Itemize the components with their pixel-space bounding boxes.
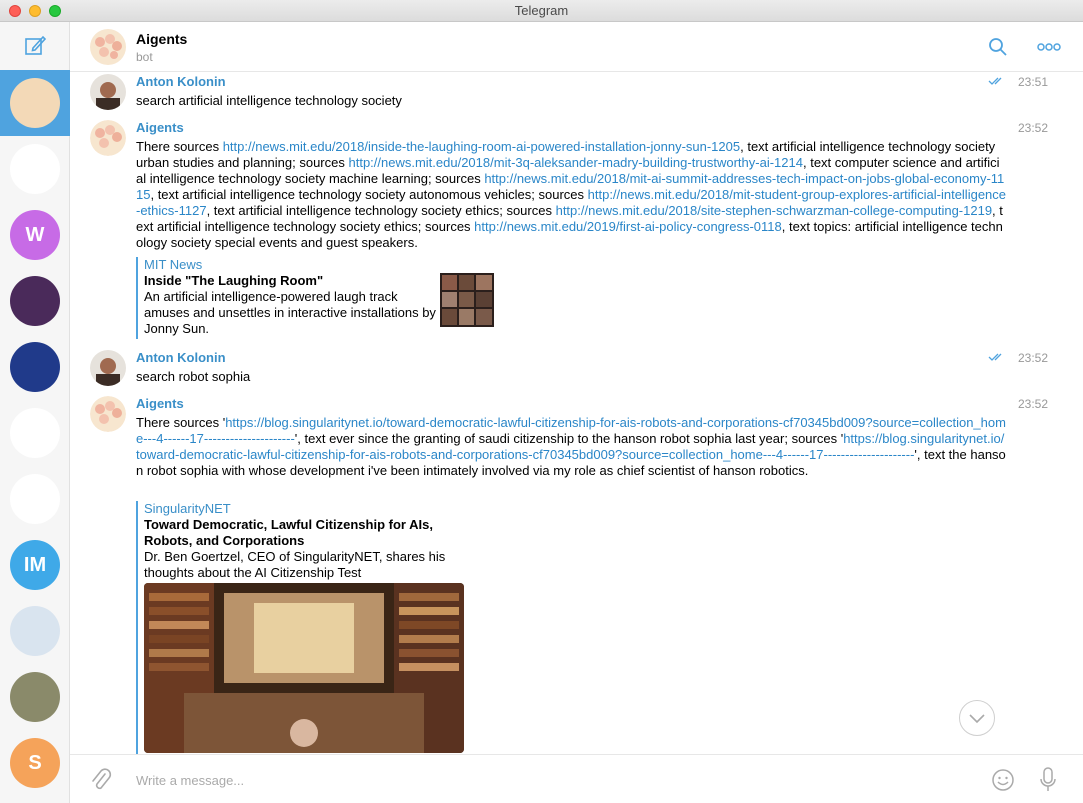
message-author[interactable]: Aigents <box>136 396 184 411</box>
chat-im[interactable]: IM <box>0 532 70 598</box>
title-bar: Telegram <box>0 0 1083 22</box>
message-history[interactable]: Anton Kolonin 23:51 search artificial in… <box>70 72 1083 754</box>
read-checks-icon <box>988 353 1002 361</box>
preview-thumbnail[interactable] <box>440 273 494 327</box>
avatar <box>10 342 60 392</box>
message-text: There sources 'https://blog.singularityn… <box>136 415 1006 479</box>
aigents-avatar[interactable] <box>90 120 126 156</box>
message-text-fragment: There sources <box>136 139 223 154</box>
avatar: IM <box>10 540 60 590</box>
window-title: Telegram <box>514 3 569 18</box>
chat-aigents[interactable] <box>0 70 70 136</box>
message-author[interactable]: Anton Kolonin <box>136 74 226 89</box>
chat-s[interactable]: S <box>0 730 70 796</box>
message-link[interactable]: http://news.mit.edu/2018/site-stephen-sc… <box>556 203 992 218</box>
message-text-fragment: ', text ever since the granting of saudi… <box>294 431 844 446</box>
message-item: Anton Kolonin 23:51 search artificial in… <box>70 72 1083 118</box>
chat-title[interactable]: Aigents <box>136 31 187 47</box>
chat-golos-core[interactable] <box>0 136 70 202</box>
message-author[interactable]: Aigents <box>136 120 184 135</box>
avatar-initial: S <box>28 751 42 774</box>
close-window-button[interactable] <box>9 5 21 17</box>
chat-person[interactable] <box>0 598 70 664</box>
avatar-initial: W <box>25 223 45 246</box>
chat-status: bot <box>136 50 153 64</box>
message-text: search artificial intelligence technolog… <box>136 93 402 108</box>
chat-octopus[interactable] <box>0 466 70 532</box>
message-composer <box>70 754 1083 803</box>
avatar <box>10 78 60 128</box>
message-time: 23:52 <box>1017 397 1048 411</box>
preview-title: Inside "The Laughing Room" <box>144 273 324 288</box>
message-link[interactable]: http://news.mit.edu/2018/inside-the-laug… <box>223 139 740 154</box>
attach-icon[interactable] <box>90 768 112 792</box>
message-time: 23:52 <box>1017 121 1048 135</box>
preview-description: Dr. Ben Goertzel, CEO of SingularityNET,… <box>144 549 446 580</box>
compose-icon[interactable] <box>23 34 47 58</box>
emoji-icon[interactable] <box>991 768 1015 792</box>
chat-list-sidebar: W IM S <box>0 22 70 803</box>
preview-site: MIT News <box>144 257 203 272</box>
search-icon[interactable] <box>988 37 1008 57</box>
read-checks-icon <box>988 77 1002 85</box>
message-item: Aigents 23:52 There sources 'https://blo… <box>70 394 1083 754</box>
more-options-icon[interactable] <box>1036 39 1062 55</box>
anton-avatar[interactable] <box>90 350 126 386</box>
microphone-icon[interactable] <box>1038 767 1058 793</box>
window-controls <box>9 5 61 17</box>
message-author[interactable]: Anton Kolonin <box>136 350 226 365</box>
message-input[interactable] <box>136 769 956 791</box>
message-text: There sources http://news.mit.edu/2018/i… <box>136 139 1006 251</box>
scroll-down-button[interactable] <box>959 700 995 736</box>
message-time: 23:51 <box>1017 75 1048 89</box>
zoom-window-button[interactable] <box>49 5 61 17</box>
link-preview[interactable]: MIT News Inside "The Laughing Room" An a… <box>136 257 494 339</box>
message-text-fragment: , text artificial intelligence technolog… <box>150 187 588 202</box>
avatar <box>10 672 60 722</box>
avatar <box>10 276 60 326</box>
message-time: 23:52 <box>1017 351 1048 365</box>
chevron-down-icon <box>969 714 985 724</box>
avatar: S <box>10 738 60 788</box>
avatar <box>10 606 60 656</box>
preview-site: SingularityNET <box>144 501 231 516</box>
telegram-window: Telegram W IM S Aigents bot Anton Koloni… <box>0 0 1083 803</box>
chat-person-2[interactable] <box>0 664 70 730</box>
chat-w[interactable]: W <box>0 202 70 268</box>
message-link[interactable]: http://news.mit.edu/2019/first-ai-policy… <box>474 219 782 234</box>
preview-image[interactable] <box>144 583 464 753</box>
chat-space[interactable] <box>0 334 70 400</box>
aigents-avatar[interactable] <box>90 29 126 65</box>
avatar <box>10 144 60 194</box>
message-text: search robot sophia <box>136 369 251 384</box>
message-text-fragment: There sources ' <box>136 415 226 430</box>
avatar <box>10 408 60 458</box>
message-item: Aigents 23:52 There sources http://news.… <box>70 118 1083 348</box>
chat-hex[interactable] <box>0 400 70 466</box>
message-text-fragment: , text artificial intelligence technolog… <box>206 203 556 218</box>
anton-avatar[interactable] <box>90 74 126 110</box>
preview-title: Toward Democratic, Lawful Citizenship fo… <box>144 517 433 548</box>
chat-community[interactable] <box>0 268 70 334</box>
avatar <box>10 474 60 524</box>
minimize-window-button[interactable] <box>29 5 41 17</box>
avatar-initial: IM <box>23 553 47 576</box>
avatar: W <box>10 210 60 260</box>
message-item: Anton Kolonin 23:52 search robot sophia <box>70 348 1083 394</box>
message-link[interactable]: http://news.mit.edu/2018/mit-3q-aleksand… <box>348 155 803 170</box>
chat-header: Aigents bot <box>70 22 1083 72</box>
aigents-avatar[interactable] <box>90 396 126 432</box>
link-preview[interactable]: SingularityNET Toward Democratic, Lawful… <box>136 501 466 754</box>
preview-description: An artificial intelligence-powered laugh… <box>144 289 436 336</box>
